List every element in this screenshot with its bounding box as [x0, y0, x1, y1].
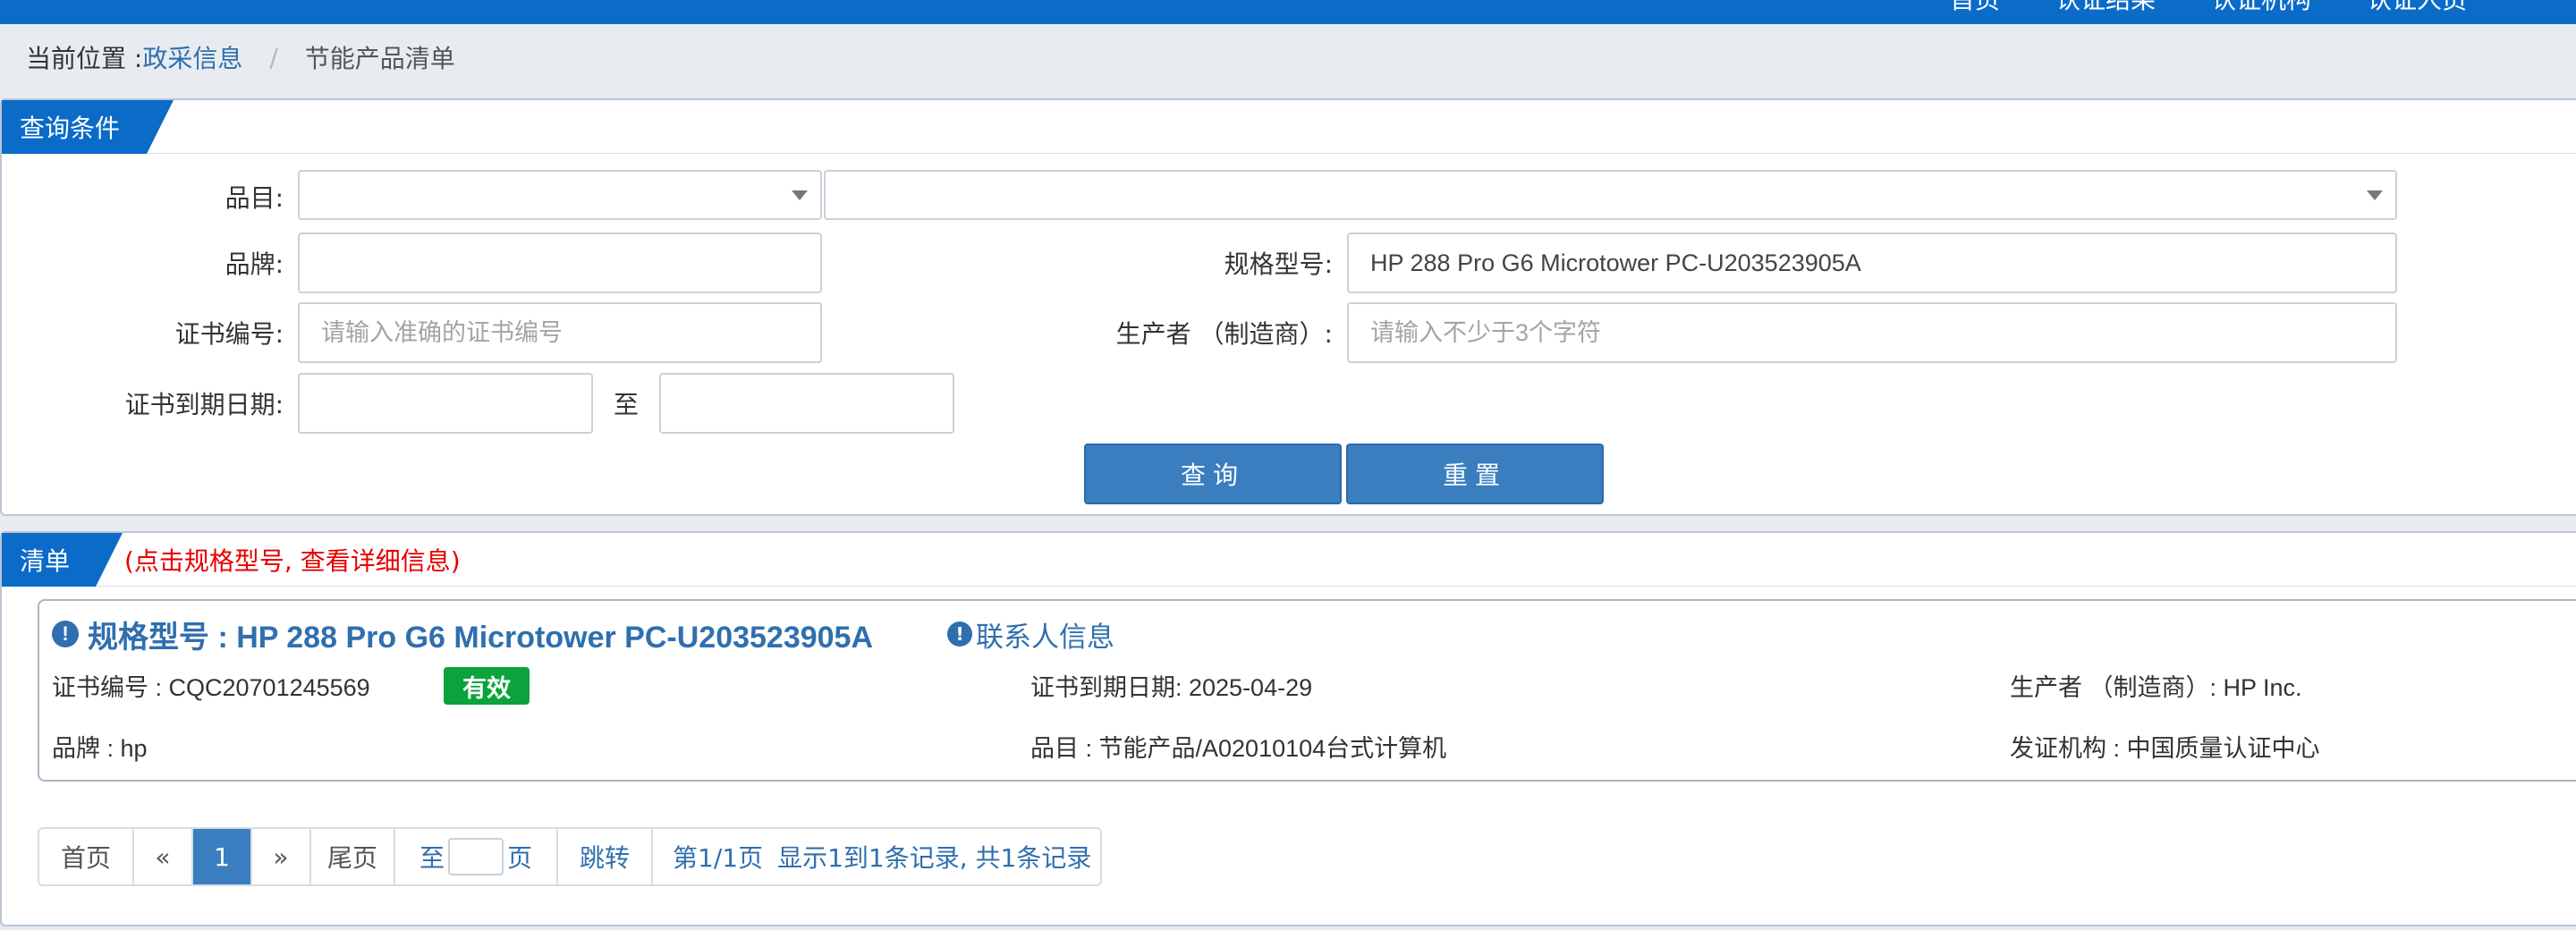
item-brand: 品牌 : hp — [52, 734, 148, 762]
chevron-down-icon — [792, 190, 808, 200]
brand-input[interactable] — [298, 232, 822, 293]
exclamation-circle-icon: ! — [52, 621, 79, 647]
breadcrumb-separator: / — [269, 42, 278, 72]
brand-label: 品牌: — [225, 249, 284, 279]
chevron-down-icon — [2367, 190, 2383, 200]
item-issuer: 发证机构 : 中国质量认证中心 — [2010, 734, 2320, 762]
model-input-box[interactable] — [1370, 234, 2395, 292]
page-jump-button[interactable]: 跳转 — [558, 829, 653, 884]
item-maker: 生产者 （制造商）: HP Inc. — [2010, 673, 2302, 701]
category-select-secondary[interactable] — [824, 170, 2397, 220]
maker-input[interactable] — [1347, 302, 2397, 363]
page-next[interactable]: » — [252, 829, 311, 884]
page-current[interactable]: 1 — [193, 829, 252, 884]
breadcrumb: 当前位置 : 政采信息 / 节能产品清单 — [26, 39, 455, 75]
search-button[interactable]: 查询 — [1084, 444, 1342, 504]
list-panel-header: 清单 (点击规格型号, 查看详细信息) — [2, 533, 2576, 587]
expiry-to-input[interactable] — [659, 373, 954, 434]
record-info-text: 显示1到1条记录, 共1条记录 — [777, 843, 1092, 873]
category-select-primary[interactable] — [298, 170, 822, 220]
breadcrumb-link[interactable]: 政采信息 — [142, 39, 242, 75]
maker-label: 生产者 （制造商）: — [1115, 319, 1333, 349]
contact-link[interactable]: ! 联系人信息 — [947, 612, 1114, 656]
expiry-to-input-box[interactable] — [682, 375, 953, 432]
expiry-label: 证书到期日期: — [124, 390, 284, 419]
nav-cert-staff[interactable]: 认证人员 — [2367, 0, 2467, 16]
maker-input-box[interactable] — [1370, 304, 2395, 361]
cert-no-input-box[interactable] — [321, 304, 820, 361]
item-title-text[interactable]: 规格型号 : HP 288 Pro G6 Microtower PC-U2035… — [88, 613, 873, 656]
item-title[interactable]: ! 规格型号 : HP 288 Pro G6 Microtower PC-U20… — [52, 612, 873, 656]
query-panel: 查询条件 品目: 品牌: 规格型号: 证书编号: 生产者 （制造商）: 证书到期… — [0, 98, 2576, 516]
cert-no-input[interactable] — [298, 302, 822, 363]
page-info-text: 第1/1页 — [673, 843, 764, 873]
page-number-input[interactable] — [448, 838, 504, 875]
item-expiry: 证书到期日期: 2025-04-29 — [1030, 673, 1313, 701]
nav-home[interactable]: 首页 — [1950, 0, 2000, 16]
status-badge: 有效 — [444, 667, 530, 705]
page-goto: 至 页 — [395, 829, 558, 884]
list-item: ! 规格型号 : HP 288 Pro G6 Microtower PC-U20… — [38, 599, 2576, 782]
contact-link-text[interactable]: 联系人信息 — [976, 614, 1114, 655]
list-panel: 清单 (点击规格型号, 查看详细信息) ! 规格型号 : HP 288 Pro … — [0, 531, 2576, 926]
list-hint: (点击规格型号, 查看详细信息) — [124, 546, 461, 576]
page-info: 第1/1页 显示1到1条记录, 共1条记录 — [653, 829, 1100, 884]
brand-input-box[interactable] — [321, 234, 820, 292]
expiry-to-label: 至 — [614, 390, 640, 419]
list-panel-title: 清单 — [2, 533, 123, 587]
page-goto-prefix: 至 — [419, 843, 445, 873]
top-nav: 首页 认证结果 认证机构 认证人员 — [1950, 0, 2522, 16]
page-last[interactable]: 尾页 — [311, 829, 395, 884]
top-navigation-bar: 首页 认证结果 认证机构 认证人员 — [0, 0, 2576, 24]
query-panel-header: 查询条件 — [2, 100, 2576, 154]
page-goto-suffix: 页 — [507, 843, 533, 873]
cert-no-label: 证书编号: — [174, 319, 284, 349]
page-first[interactable]: 首页 — [39, 829, 134, 884]
item-cert-no: 证书编号 : CQC20701245569 — [52, 673, 370, 701]
expiry-from-input[interactable] — [298, 373, 593, 434]
breadcrumb-current: 节能产品清单 — [304, 44, 455, 73]
exclamation-circle-icon: ! — [947, 621, 972, 647]
query-panel-title: 查询条件 — [2, 100, 174, 154]
model-input[interactable] — [1347, 232, 2397, 293]
nav-cert-bodies[interactable]: 认证机构 — [2211, 0, 2311, 16]
item-category: 品目 : 节能产品/A02010104台式计算机 — [1030, 734, 1447, 762]
expiry-from-input-box[interactable] — [321, 375, 591, 432]
page-prev[interactable]: « — [134, 829, 193, 884]
model-label: 规格型号: — [1224, 249, 1333, 279]
reset-button[interactable]: 重置 — [1346, 444, 1604, 504]
pagination: 首页 « 1 » 尾页 至 页 跳转 第1/1页 显示1到1条记录, 共1条记录 — [38, 827, 1102, 886]
breadcrumb-prefix: 当前位置 : — [26, 44, 143, 73]
nav-cert-results[interactable]: 认证结果 — [2055, 0, 2156, 16]
category-label: 品目: — [225, 183, 284, 213]
